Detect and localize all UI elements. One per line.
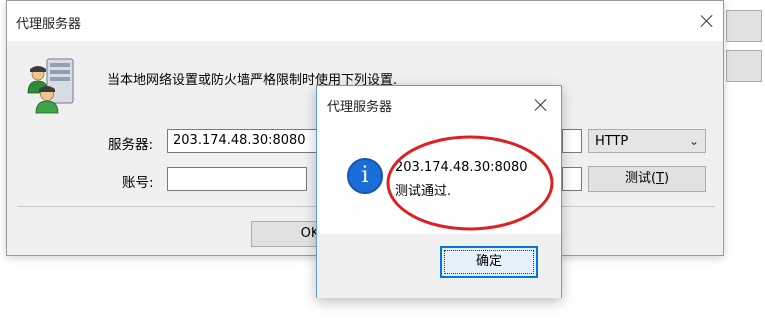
message-box-title: 代理服务器 <box>327 100 393 115</box>
test-button[interactable]: 测试(T) <box>588 166 706 192</box>
background-button-top <box>726 10 762 42</box>
server-input[interactable]: 203.174.48.30:8080 <box>167 129 317 153</box>
info-icon: i <box>347 158 383 194</box>
background-button-middle <box>726 50 762 82</box>
window-title: 代理服务器 <box>16 17 82 32</box>
server-label: 服务器: <box>108 137 154 153</box>
password-input[interactable] <box>562 167 582 191</box>
account-label: 账号: <box>122 175 154 191</box>
title-bar: 代理服务器 <box>7 1 723 41</box>
port-input[interactable] <box>562 129 582 153</box>
close-icon[interactable] <box>697 11 717 31</box>
account-input[interactable] <box>167 167 307 191</box>
proxy-type-value: HTTP <box>595 134 629 149</box>
proxy-type-select[interactable]: HTTP ⌄ <box>588 129 706 153</box>
message-line-2: 测试通过. <box>395 184 452 199</box>
chevron-down-icon: ⌄ <box>688 134 699 148</box>
confirm-button[interactable]: 确定 <box>440 246 538 278</box>
test-button-hotkey: T <box>656 171 664 186</box>
proxy-server-users-icon <box>27 58 74 114</box>
close-icon[interactable] <box>531 95 551 115</box>
message-line-1: 203.174.48.30:8080 <box>395 160 528 175</box>
message-box: 代理服务器 i 203.174.48.30:8080 测试通过. 确定 <box>316 85 562 298</box>
